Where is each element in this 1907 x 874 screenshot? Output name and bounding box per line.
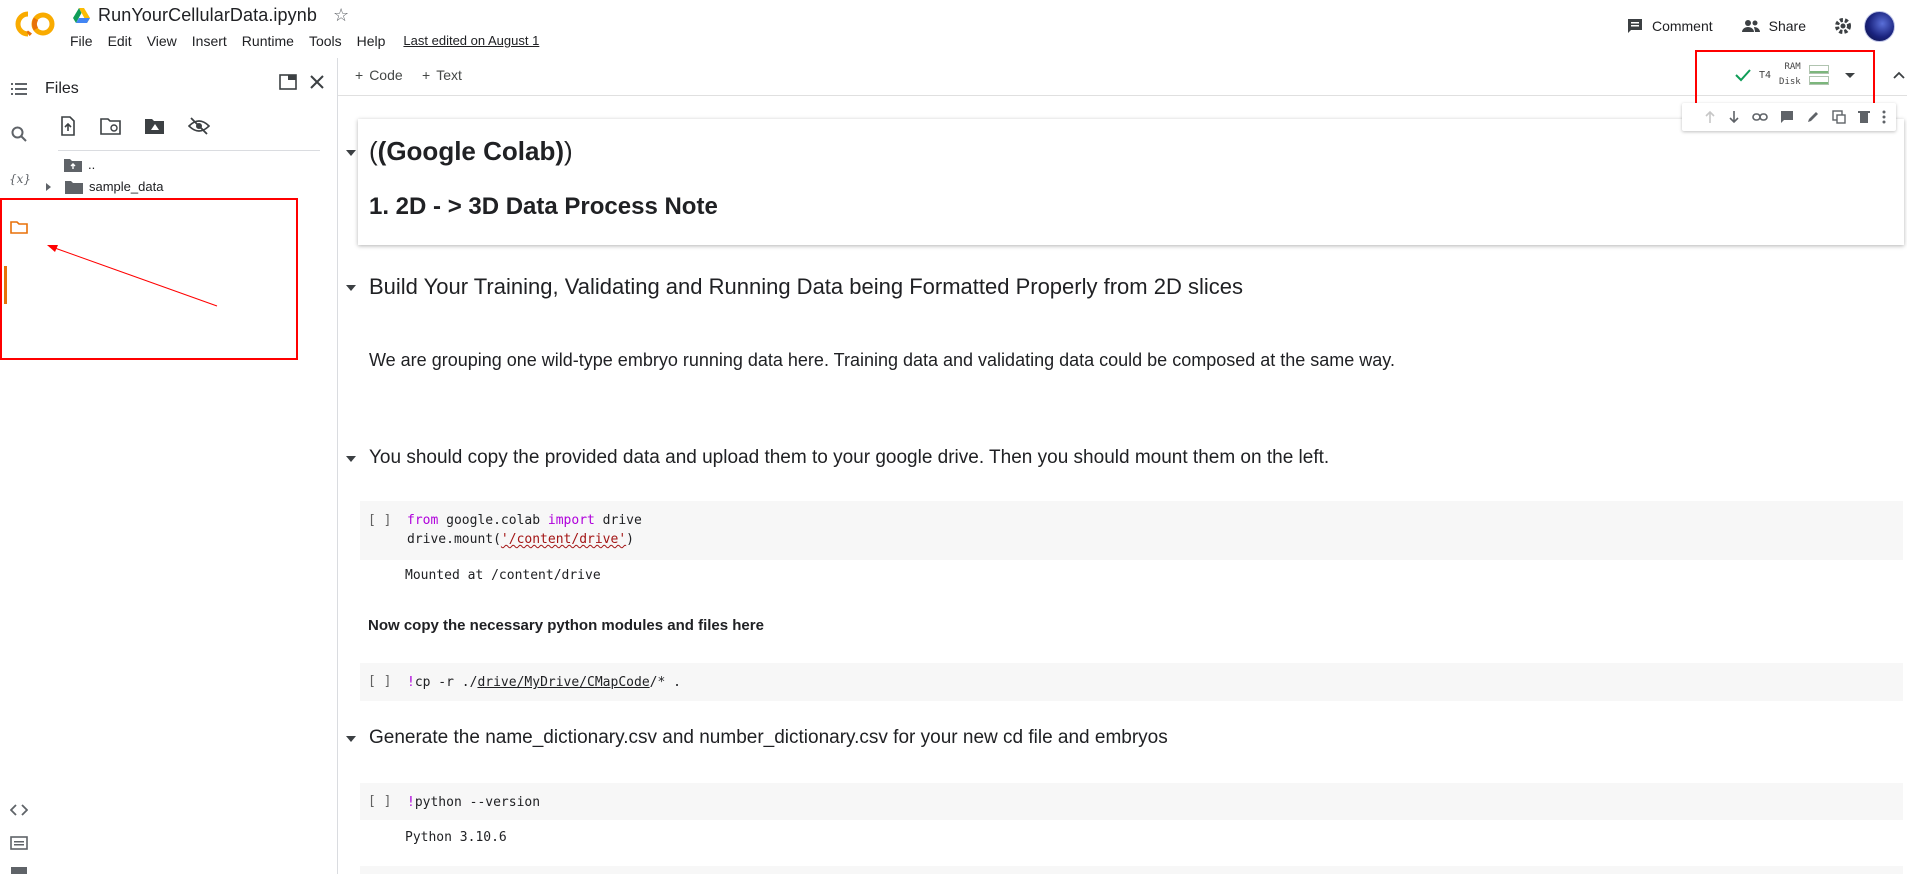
cell-output: Mounted at /content/drive bbox=[405, 568, 601, 583]
comment-label: Comment bbox=[1651, 18, 1713, 34]
hide-files-icon[interactable] bbox=[188, 116, 210, 136]
colab-logo[interactable] bbox=[14, 10, 56, 38]
last-edited-link[interactable]: Last edited on August 1 bbox=[403, 33, 539, 49]
move-down-icon[interactable] bbox=[1728, 110, 1740, 124]
user-avatar[interactable] bbox=[1864, 10, 1895, 42]
run-cell-button[interactable]: [ ] bbox=[368, 674, 391, 689]
comment-button[interactable]: Comment bbox=[1626, 17, 1713, 35]
tree-item-sample-data[interactable]: sample_data bbox=[46, 179, 163, 194]
share-label: Share bbox=[1768, 18, 1806, 34]
comment-icon bbox=[1627, 19, 1642, 33]
run-cell-button[interactable]: [ ] bbox=[368, 513, 391, 528]
annotation-highlight-box bbox=[0, 198, 298, 360]
code-cell[interactable]: [ ] !cp -r ./drive/MyDrive/CMapCode/* . bbox=[360, 663, 1903, 701]
collapse-header-icon[interactable] bbox=[1893, 71, 1905, 79]
markdown-bold-note: Now copy the necessary python modules an… bbox=[368, 617, 764, 634]
menu-edit[interactable]: Edit bbox=[108, 33, 132, 49]
notebook-title[interactable]: RunYourCellularData.ipynb bbox=[98, 5, 317, 26]
notebook-toolbar: + Code + Text bbox=[338, 58, 1907, 96]
menu-runtime[interactable]: Runtime bbox=[242, 33, 294, 49]
table-of-contents-icon[interactable] bbox=[10, 80, 28, 98]
menu-bar: File Edit View Insert Runtime Tools Help… bbox=[70, 33, 554, 49]
close-icon[interactable] bbox=[309, 74, 325, 90]
mirror-cell-icon[interactable] bbox=[1832, 110, 1846, 124]
cell-action-toolbar bbox=[1682, 103, 1896, 131]
parent-directory-label: .. bbox=[88, 157, 96, 172]
move-up-icon[interactable] bbox=[1704, 110, 1716, 124]
code-snippets-icon[interactable] bbox=[10, 801, 28, 819]
menu-help[interactable]: Help bbox=[357, 33, 386, 49]
code-cell[interactable]: [ ] !python --version bbox=[360, 783, 1903, 820]
code-source: python --version bbox=[414, 795, 541, 810]
markdown-cell-selected[interactable] bbox=[358, 119, 1904, 245]
star-icon[interactable]: ☆ bbox=[333, 6, 349, 24]
settings-button[interactable] bbox=[1834, 17, 1852, 35]
section-heading: You should copy the provided data and up… bbox=[369, 447, 1330, 468]
more-options-icon[interactable] bbox=[1882, 110, 1886, 124]
parent-directory-row[interactable]: .. bbox=[64, 157, 95, 172]
menu-tools[interactable]: Tools bbox=[309, 33, 342, 49]
cell-heading-bold: (Google Colab) bbox=[377, 136, 564, 166]
plus-icon: + bbox=[422, 67, 431, 83]
delete-icon[interactable] bbox=[1858, 110, 1870, 124]
markdown-paragraph: We are grouping one wild-type embryo run… bbox=[369, 350, 1395, 370]
code-editor[interactable]: !cp -r ./drive/MyDrive/CMapCode/* . bbox=[407, 673, 681, 692]
expand-arrow-icon[interactable] bbox=[46, 182, 51, 191]
plus-icon: + bbox=[355, 67, 364, 83]
open-in-tab-icon[interactable] bbox=[279, 74, 297, 90]
search-icon[interactable] bbox=[10, 125, 28, 143]
add-code-label: Code bbox=[369, 67, 403, 83]
folder-icon bbox=[65, 180, 83, 194]
code-editor[interactable]: !python --version bbox=[407, 793, 540, 812]
upload-file-icon[interactable] bbox=[58, 116, 78, 136]
menu-file[interactable]: File bbox=[70, 33, 93, 49]
folder-up-icon bbox=[64, 158, 82, 172]
add-text-button[interactable]: + Text bbox=[422, 67, 462, 83]
files-pane: Files .. sample_data bbox=[38, 58, 338, 874]
collapse-section-icon[interactable] bbox=[346, 285, 356, 291]
people-icon bbox=[1741, 20, 1760, 32]
command-palette-icon[interactable] bbox=[10, 834, 28, 852]
mount-drive-icon[interactable] bbox=[144, 116, 166, 136]
app-header: RunYourCellularData.ipynb ☆ File Edit Vi… bbox=[0, 0, 1907, 58]
section-heading: Generate the name_dictionary.csv and num… bbox=[369, 727, 1168, 748]
section-heading: 1. 2D - > 3D Data Process Note bbox=[369, 193, 718, 220]
cell-output: Python 3.10.6 bbox=[405, 830, 507, 845]
share-button[interactable]: Share bbox=[1741, 18, 1806, 34]
code-editor[interactable]: from google.colab import drive drive.mou… bbox=[407, 511, 642, 549]
google-drive-icon[interactable] bbox=[73, 7, 90, 23]
add-code-button[interactable]: + Code bbox=[355, 67, 403, 83]
files-pane-title: Files bbox=[45, 80, 79, 97]
variables-icon[interactable]: {x} bbox=[9, 172, 31, 190]
tree-item-label: sample_data bbox=[89, 179, 164, 194]
run-cell-button[interactable]: [ ] bbox=[368, 794, 391, 809]
menu-insert[interactable]: Insert bbox=[192, 33, 227, 49]
comment-icon[interactable] bbox=[1780, 110, 1794, 124]
add-text-label: Text bbox=[436, 67, 462, 83]
collapse-section-icon[interactable] bbox=[346, 456, 356, 462]
terminal-icon[interactable] bbox=[10, 864, 28, 874]
activity-bar: {x} bbox=[0, 58, 38, 874]
files-toolbar bbox=[58, 116, 320, 151]
code-cell[interactable]: [ ] from google.colab import drive drive… bbox=[360, 501, 1903, 560]
edit-icon[interactable] bbox=[1806, 110, 1820, 124]
menu-view[interactable]: View bbox=[147, 33, 177, 49]
refresh-folder-icon[interactable] bbox=[100, 116, 122, 136]
collapse-section-icon[interactable] bbox=[346, 736, 356, 742]
collapse-section-icon[interactable] bbox=[346, 150, 356, 156]
link-icon[interactable] bbox=[1752, 112, 1768, 122]
code-cell[interactable] bbox=[360, 866, 1903, 874]
section-heading: Build Your Training, Validating and Runn… bbox=[369, 274, 1243, 299]
gear-icon bbox=[1835, 18, 1851, 34]
cell-heading: ((Google Colab)) bbox=[369, 136, 573, 166]
